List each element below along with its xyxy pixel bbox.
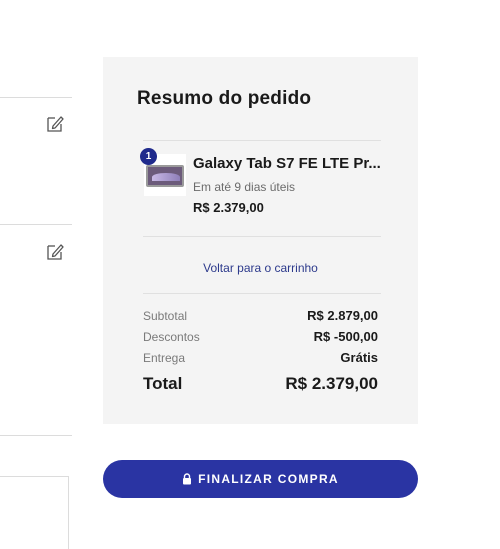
discounts-label: Descontos — [143, 330, 200, 344]
summary-divider — [143, 293, 381, 294]
subtotal-row: Subtotal R$ 2.879,00 — [143, 308, 378, 323]
section-divider — [0, 224, 72, 225]
subtotal-value: R$ 2.879,00 — [307, 308, 378, 323]
section-divider — [0, 435, 72, 436]
product-delivery-time: Em até 9 dias úteis — [193, 180, 296, 194]
shipping-details-column — [0, 0, 72, 549]
summary-divider — [143, 236, 381, 237]
quantity-badge: 1 — [140, 148, 157, 165]
total-value: R$ 2.379,00 — [285, 374, 378, 393]
tablet-image — [146, 165, 184, 187]
total-row: Total R$ 2.379,00 — [143, 374, 378, 394]
product-name[interactable]: Galaxy Tab S7 FE LTE Pr... — [193, 155, 383, 172]
order-summary-title: Resumo do pedido — [137, 88, 312, 109]
checkout-page: Resumo do pedido 1 Galaxy Tab S7 FE LTE … — [0, 0, 500, 549]
form-box — [0, 476, 69, 549]
product-thumbnail[interactable]: 1 — [140, 148, 186, 196]
section-divider — [0, 97, 72, 98]
back-to-cart-link[interactable]: Voltar para o carrinho — [103, 261, 418, 275]
checkout-button-label: FINALIZAR COMPRA — [198, 472, 339, 486]
shipping-row: Entrega Grátis — [143, 350, 378, 365]
order-summary-panel: Resumo do pedido 1 Galaxy Tab S7 FE LTE … — [103, 57, 418, 424]
product-price: R$ 2.379,00 — [193, 200, 264, 215]
discounts-row: Descontos R$ -500,00 — [143, 329, 378, 344]
edit-icon[interactable] — [44, 241, 66, 263]
checkout-button[interactable]: FINALIZAR COMPRA — [103, 460, 418, 498]
summary-divider — [143, 140, 381, 141]
total-label: Total — [143, 374, 183, 393]
shipping-value: Grátis — [340, 350, 378, 365]
lock-icon — [182, 473, 192, 485]
shipping-label: Entrega — [143, 351, 186, 365]
discounts-value: R$ -500,00 — [313, 329, 378, 344]
edit-icon[interactable] — [44, 113, 66, 135]
subtotal-label: Subtotal — [143, 309, 188, 323]
